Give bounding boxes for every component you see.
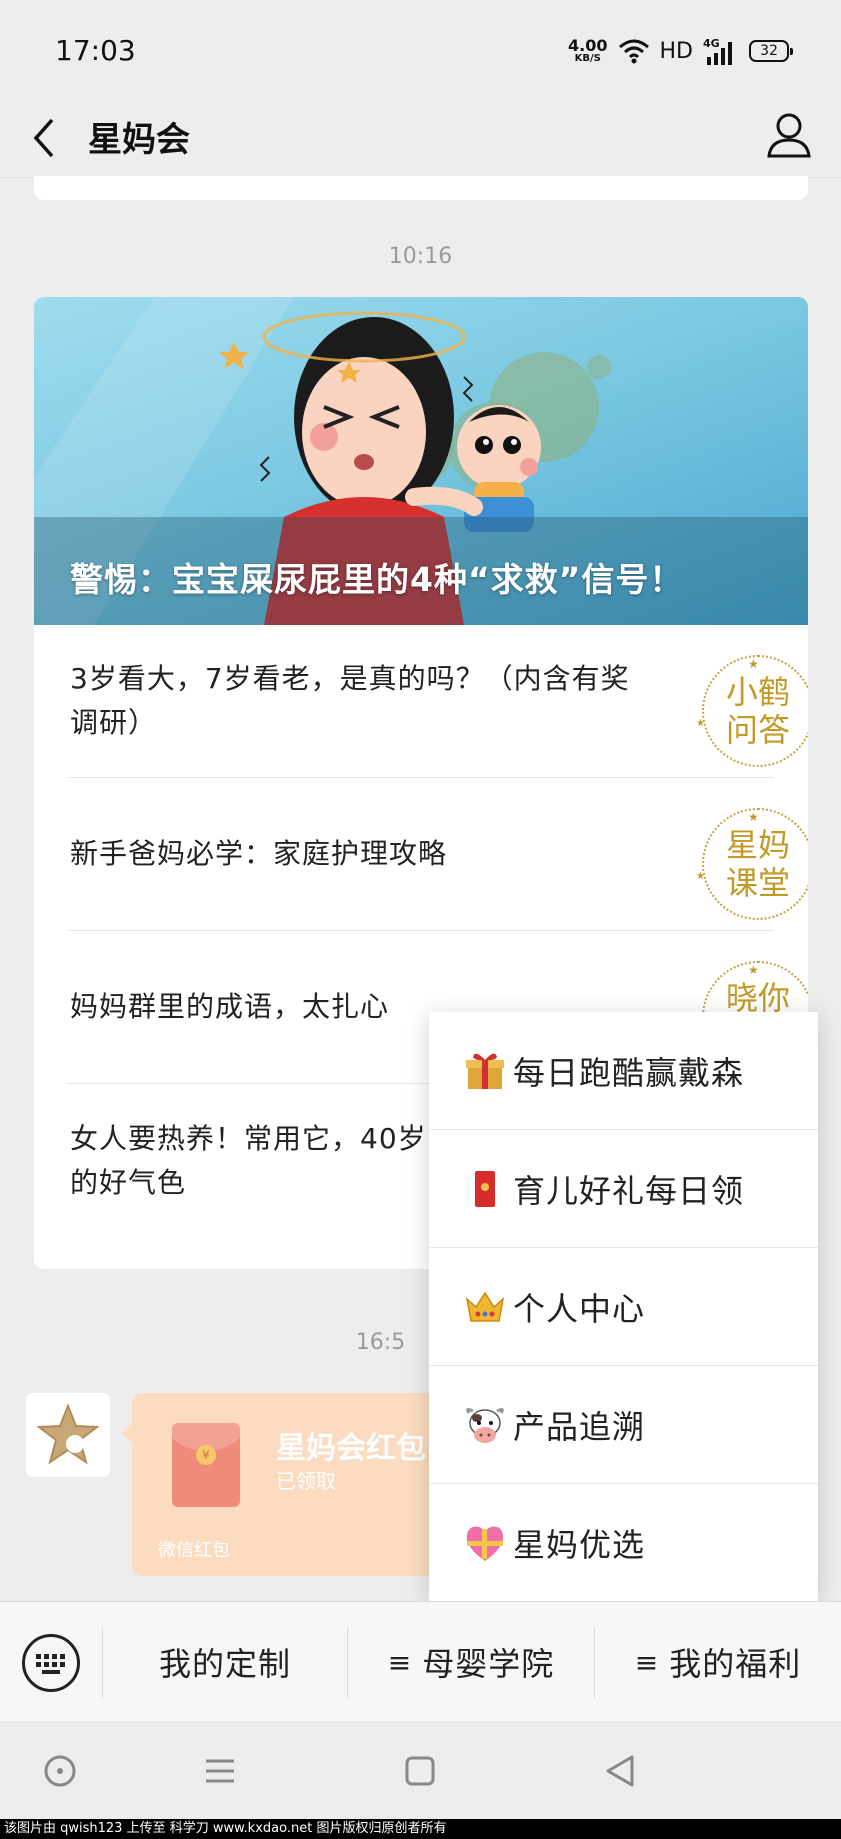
- red-packet-title: 星妈会红包: [276, 1431, 426, 1466]
- wifi-icon: [618, 39, 649, 64]
- keyboard-icon[interactable]: [22, 1634, 80, 1692]
- popup-menu: 每日跑酷赢戴森 育儿好礼每日领 个人中心 产品追溯 星妈优选: [429, 1012, 818, 1601]
- menu-tab-label: 我的定制: [158, 1645, 291, 1683]
- page-title: 星妈会: [88, 120, 190, 160]
- article-item-badge: 星妈课堂: [696, 798, 808, 920]
- gift-icon: [466, 1053, 504, 1089]
- red-envelope-icon: ¥: [172, 1423, 240, 1507]
- red-packet-footer: 微信红包: [158, 1540, 230, 1561]
- menu-item-star-mom-select[interactable]: 星妈优选: [429, 1484, 818, 1602]
- keyboard-glyph: [36, 1654, 65, 1674]
- chevron-left-icon[interactable]: [26, 108, 66, 168]
- article-item-title: 3岁看大，7岁看老，是真的吗？（内含有奖调研）: [70, 662, 630, 739]
- nav-bar: 星妈会: [0, 100, 841, 178]
- article-item-badge: 小鹤问答: [696, 645, 808, 767]
- status-bar: 17:03 4.00 KB/S HD 4G 32: [0, 0, 841, 100]
- menu-item-daily-parkour[interactable]: 每日跑酷赢戴森: [429, 1012, 818, 1130]
- back-triangle-icon[interactable]: [600, 1751, 640, 1791]
- battery-icon: 32: [749, 40, 793, 62]
- article-cover-title: 警惕：宝宝屎尿屁里的4种“求救”信号！: [70, 560, 684, 599]
- assistant-icon[interactable]: [40, 1751, 80, 1791]
- menu-item-label: 个人中心: [513, 1289, 646, 1328]
- hd-indicator: HD: [659, 38, 693, 64]
- person-icon[interactable]: [765, 106, 813, 166]
- previous-message-card[interactable]: [34, 176, 808, 200]
- sender-avatar[interactable]: [26, 1393, 110, 1477]
- menu-item-label: 每日跑酷赢戴森: [513, 1053, 745, 1092]
- menu-item-product-trace[interactable]: 产品追溯: [429, 1366, 818, 1484]
- speed-value: 4.00: [568, 36, 608, 55]
- menu-item-baby-gift[interactable]: 育儿好礼每日领: [429, 1130, 818, 1248]
- signal-icon: 4G: [703, 37, 732, 65]
- menu-tab-label: 我的福利: [669, 1645, 802, 1683]
- watermark-text: 该图片由 qwish123 上传至 科学刀 www.kxdao.net 图片版权…: [0, 1819, 841, 1839]
- star-logo-icon: [36, 1403, 100, 1465]
- article-cover[interactable]: 警惕：宝宝屎尿屁里的4种“求救”信号！: [34, 297, 808, 625]
- heart-ribbon-icon: [466, 1526, 504, 1561]
- menu-tab-label: 母婴学院: [422, 1645, 555, 1683]
- network-speed: 4.00 KB/S: [568, 38, 607, 64]
- hamburger-icon: ≡: [634, 1645, 660, 1679]
- red-envelope-icon: [475, 1170, 495, 1207]
- menu-tab-academy[interactable]: ≡ 母婴学院: [348, 1602, 594, 1722]
- hamburger-icon: ≡: [387, 1645, 413, 1679]
- article-list-item[interactable]: 新手爸妈必学：家庭护理攻略 星妈课堂: [68, 778, 808, 931]
- system-nav-bar: [0, 1721, 841, 1819]
- status-icons: 4.00 KB/S HD 4G 32: [568, 34, 793, 68]
- article-item-title: 女人要热养！常用它，40岁的好气色: [70, 1121, 427, 1199]
- svg-text:4G: 4G: [703, 37, 720, 50]
- article-list-item[interactable]: 3岁看大，7岁看老，是真的吗？（内含有奖调研） 小鹤问答: [68, 625, 808, 778]
- menu-tab-my-benefits[interactable]: ≡ 我的福利: [595, 1602, 841, 1722]
- speed-unit: KB/S: [574, 53, 601, 64]
- cow-icon: [466, 1407, 504, 1443]
- menu-item-label: 产品追溯: [513, 1407, 646, 1446]
- message-time: 10:16: [388, 244, 453, 269]
- red-packet-status: 已领取: [276, 1469, 336, 1493]
- menu-item-label: 星妈优选: [513, 1526, 646, 1564]
- menu-item-label: 育儿好礼每日领: [513, 1171, 745, 1210]
- article-item-title: 新手爸妈必学：家庭护理攻略: [70, 837, 448, 870]
- menu-tab-my-custom[interactable]: 我的定制: [103, 1602, 347, 1722]
- menu-item-personal-center[interactable]: 个人中心: [429, 1248, 818, 1366]
- crown-icon: [465, 1291, 505, 1322]
- menu-icon[interactable]: [200, 1751, 240, 1791]
- home-icon[interactable]: [400, 1751, 440, 1791]
- status-time: 17:03: [55, 34, 136, 67]
- bottom-menu-bar: 我的定制 ≡ 母婴学院 ≡ 我的福利: [0, 1601, 841, 1721]
